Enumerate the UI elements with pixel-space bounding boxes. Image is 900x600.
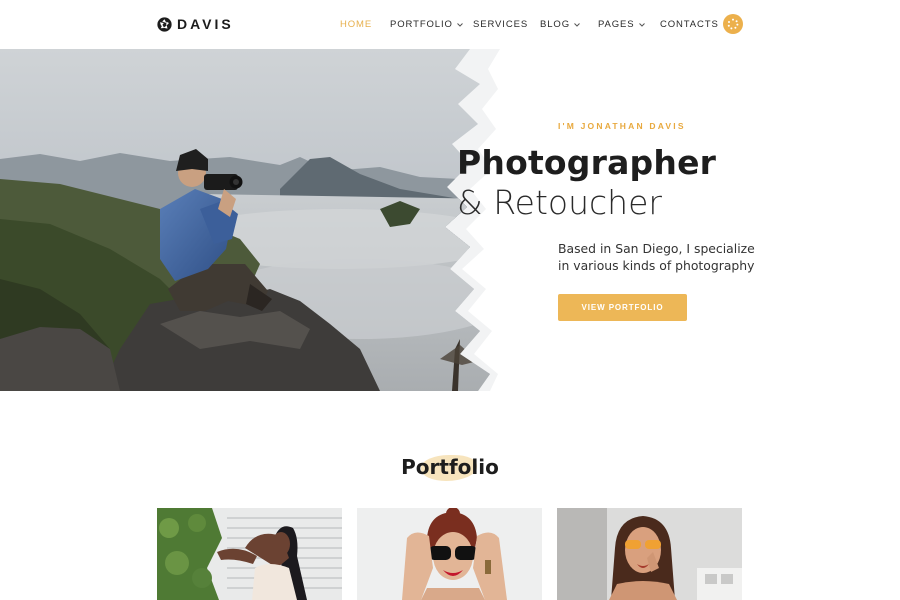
nav-item-label: PAGES [598, 19, 635, 30]
hero-headline: Photographer [457, 143, 717, 182]
portfolio-card[interactable] [357, 508, 542, 600]
hero-image [0, 49, 500, 391]
photographer-on-mountain-photo [0, 49, 500, 391]
portfolio-title: Portfolio [401, 455, 499, 479]
menu-toggle-button[interactable] [723, 14, 743, 34]
portfolio-photo-woman-orange-glasses [557, 508, 742, 600]
chevron-down-icon [456, 22, 463, 27]
nav-item-blog[interactable]: BLOG [540, 19, 580, 30]
nav-item-home[interactable]: HOME [340, 19, 372, 30]
site-header: DAVIS HOME PORTFOLIO SERVICES BLOG PAGES… [0, 0, 900, 49]
nav-item-services[interactable]: SERVICES [473, 19, 528, 30]
nav-item-portfolio[interactable]: PORTFOLIO [390, 19, 463, 30]
chevron-down-icon [574, 22, 580, 27]
nav-item-contacts[interactable]: CONTACTS [660, 19, 719, 30]
portfolio-card[interactable] [557, 508, 742, 600]
dots-grid-icon [727, 18, 739, 30]
portfolio-card[interactable] [157, 508, 342, 600]
nav-item-label: BLOG [540, 19, 570, 30]
portfolio-photo-woman-plants [157, 508, 342, 600]
nav-item-label: PORTFOLIO [390, 19, 453, 30]
portfolio-photo-woman-sunglasses [357, 508, 542, 600]
chevron-down-icon [638, 22, 645, 27]
portfolio-header: Portfolio [0, 452, 900, 486]
main-nav: HOME PORTFOLIO SERVICES BLOG PAGES CONTA… [0, 19, 900, 33]
hero-subline: & Retoucher [457, 183, 662, 222]
nav-item-label: SERVICES [473, 19, 529, 30]
hero-kicker: I'M JONATHAN DAVIS [558, 121, 686, 131]
nav-item-label: CONTACTS [660, 19, 719, 30]
nav-item-label: HOME [340, 19, 373, 30]
view-portfolio-button[interactable]: VIEW PORTFOLIO [558, 294, 687, 321]
nav-item-pages[interactable]: PAGES [598, 19, 645, 30]
hero-description: Based in San Diego, I specialize in vari… [558, 241, 755, 273]
